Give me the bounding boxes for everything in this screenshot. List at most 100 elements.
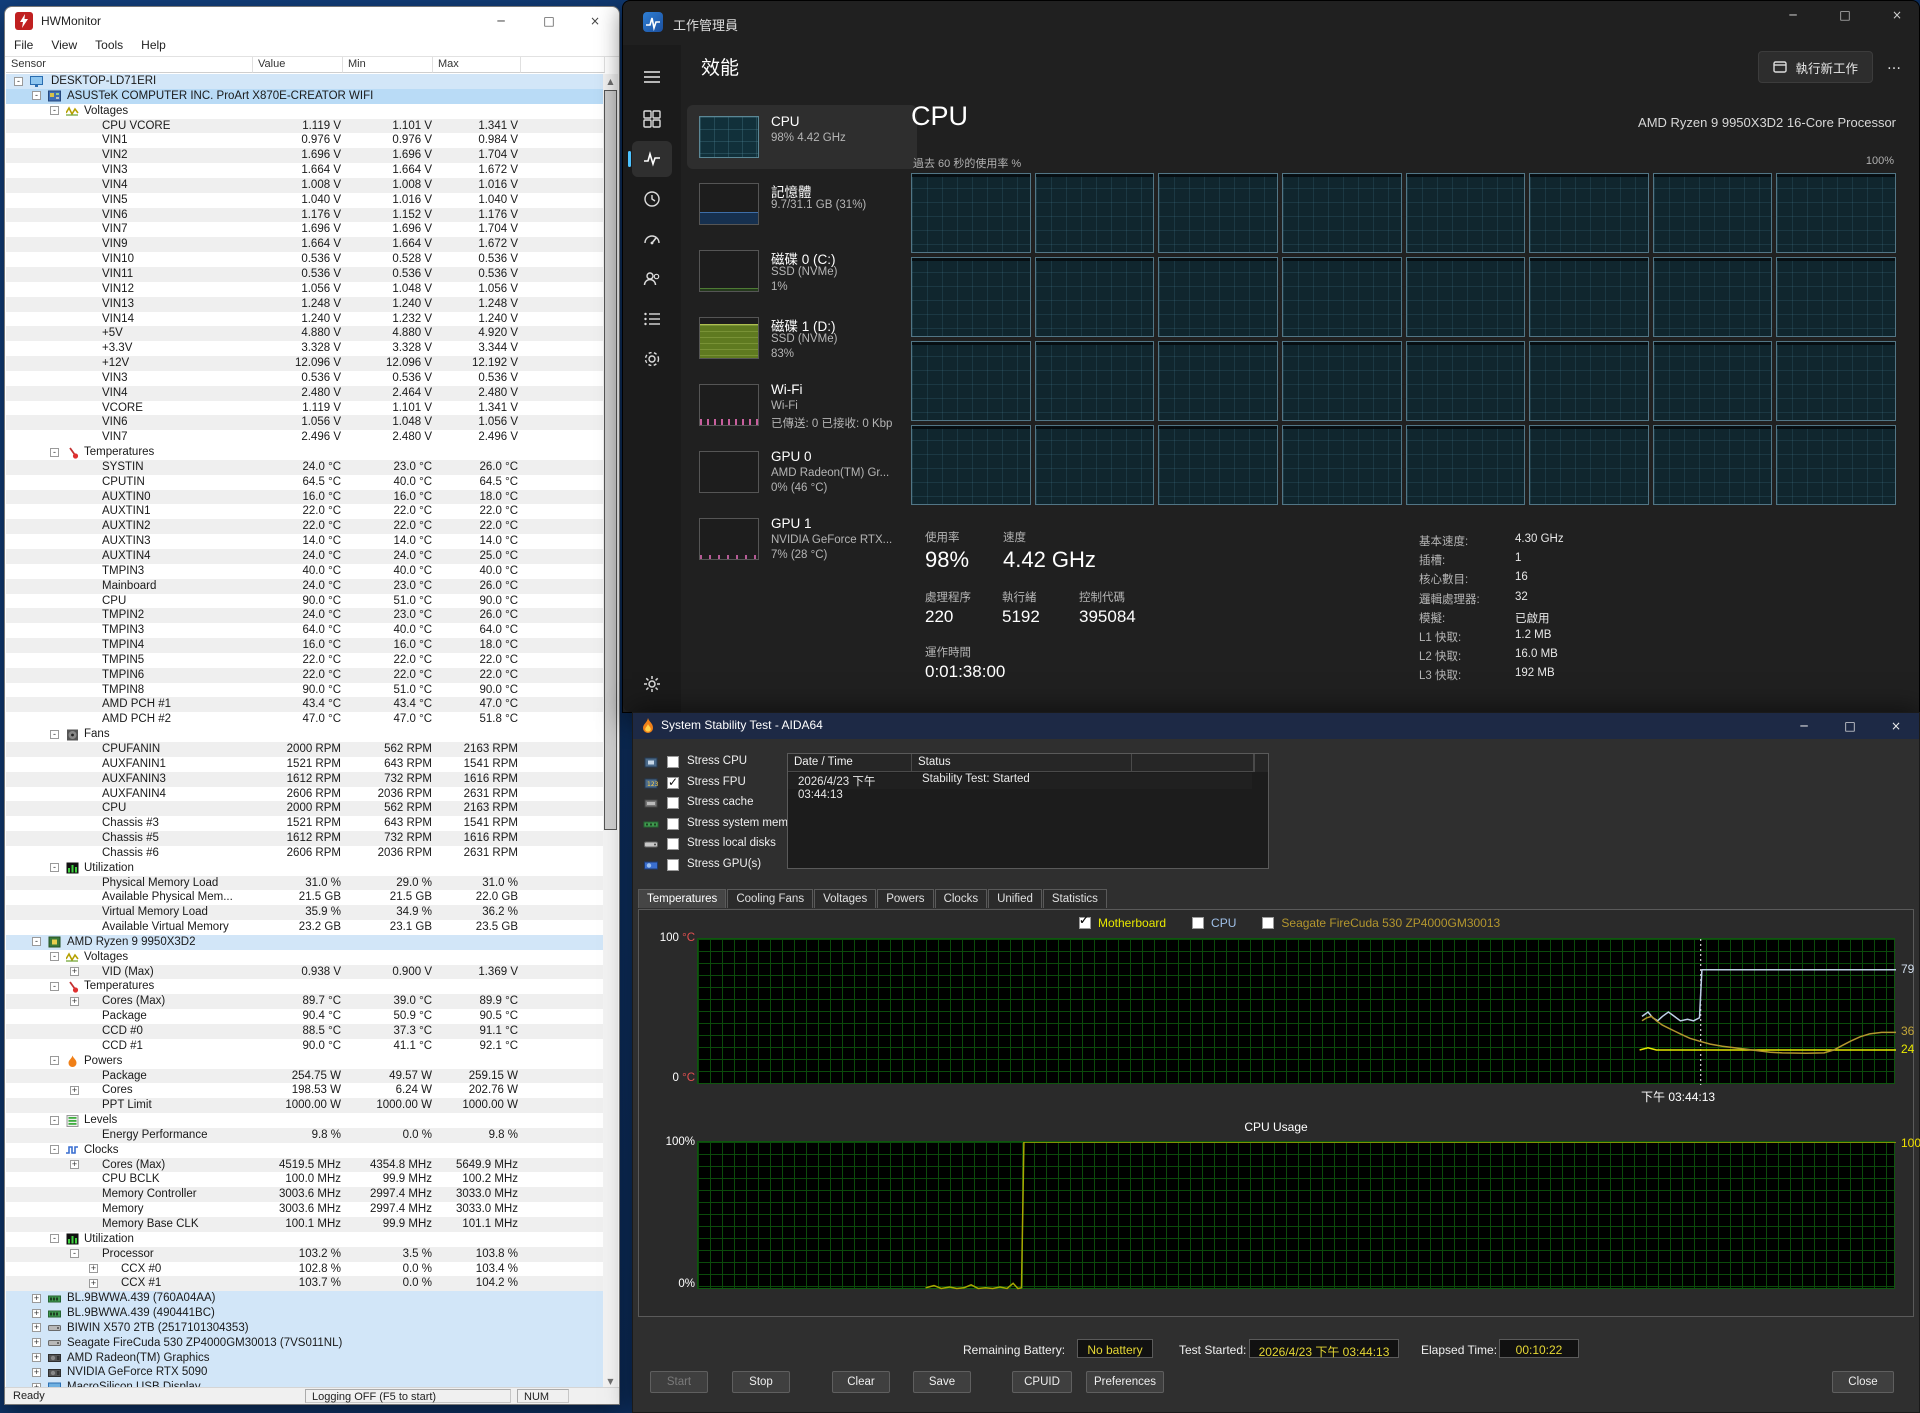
sensor-row[interactable]: TMPIN364.0 °C40.0 °C64.0 °C (6, 623, 604, 638)
sensor-row[interactable]: VIN21.696 V1.696 V1.704 V (6, 148, 604, 163)
sensor-row[interactable]: AMD PCH #143.4 °C43.4 °C47.0 °C (6, 697, 604, 712)
expander-icon[interactable]: + (89, 1264, 98, 1273)
checkbox-unchecked[interactable] (667, 838, 679, 850)
sensor-row[interactable]: Memory Base CLK100.1 MHz99.9 MHz101.1 MH… (6, 1217, 604, 1232)
menu-help[interactable]: Help (132, 35, 175, 55)
expander-icon[interactable]: - (50, 1145, 59, 1154)
sensor-row[interactable]: +5V4.880 V4.880 V4.920 V (6, 326, 604, 341)
perf-list-item-disk1[interactable]: 磁碟 1 (D:)SSD (NVMe)83% (687, 306, 917, 370)
sensor-row[interactable]: TMPIN340.0 °C40.0 °C40.0 °C (6, 564, 604, 579)
sensor-row[interactable]: TMPIN416.0 °C16.0 °C18.0 °C (6, 638, 604, 653)
preferences-button[interactable]: Preferences (1086, 1371, 1164, 1393)
tab-clocks[interactable]: Clocks (935, 889, 988, 908)
sensor-row[interactable]: TMPIN890.0 °C51.0 °C90.0 °C (6, 683, 604, 698)
sensor-row[interactable]: +CCX #1103.7 %0.0 %104.2 % (6, 1276, 604, 1291)
expander-icon[interactable]: + (70, 967, 79, 976)
log-scrollbar[interactable] (1254, 754, 1268, 772)
device-row[interactable]: +BL.9BWWA.439 (760A04AA) (6, 1291, 604, 1306)
minimize-button[interactable]: ─ (1781, 713, 1827, 739)
close-button[interactable]: × (1873, 713, 1919, 739)
scrollbar-thumb[interactable] (604, 90, 617, 830)
sensor-row[interactable]: Package254.75 W49.57 W259.15 W (6, 1069, 604, 1084)
details-icon[interactable] (632, 301, 672, 337)
sensor-row[interactable]: Memory Controller3003.6 MHz2997.4 MHz303… (6, 1187, 604, 1202)
expander-icon[interactable]: - (50, 1056, 59, 1065)
expander-icon[interactable]: + (89, 1279, 98, 1288)
aida64-titlebar[interactable]: System Stability Test - AIDA64 ─ □ × (633, 713, 1919, 739)
sensor-row[interactable]: VIN51.040 V1.016 V1.040 V (6, 193, 604, 208)
sensor-row[interactable]: +Cores (Max)89.7 °C39.0 °C89.9 °C (6, 994, 604, 1009)
close-test-button[interactable]: Close (1832, 1371, 1894, 1393)
checkbox-checked[interactable] (667, 777, 679, 789)
sensor-row[interactable]: AUXTIN016.0 °C16.0 °C18.0 °C (6, 490, 604, 505)
sensor-group-row[interactable]: -Utilization (6, 861, 604, 876)
expander-icon[interactable]: + (32, 1353, 41, 1362)
expander-icon[interactable]: - (32, 937, 41, 946)
users-icon[interactable] (632, 261, 672, 297)
stop-button[interactable]: Stop (732, 1371, 790, 1393)
column-header-sensor[interactable]: Sensor (6, 57, 253, 73)
sensor-group-row[interactable]: -Fans (6, 727, 604, 742)
legend-checkbox[interactable] (1192, 917, 1204, 929)
sensor-row[interactable]: CCD #190.0 °C41.1 °C92.1 °C (6, 1039, 604, 1054)
sensor-row[interactable]: Chassis #62606 RPM2036 RPM2631 RPM (6, 846, 604, 861)
sensor-row[interactable]: TMPIN522.0 °C22.0 °C22.0 °C (6, 653, 604, 668)
processes-icon[interactable] (632, 101, 672, 137)
expander-icon[interactable]: + (32, 1309, 41, 1318)
expander-icon[interactable]: - (14, 77, 23, 86)
perf-list-item-gpu0[interactable]: GPU 0AMD Radeon(TM) Gr...0% (46 °C) (687, 440, 917, 504)
sensor-row[interactable]: AUXTIN424.0 °C24.0 °C25.0 °C (6, 549, 604, 564)
sensor-row[interactable]: CPUFANIN2000 RPM562 RPM2163 RPM (6, 742, 604, 757)
perf-list-item-disk0[interactable]: 磁碟 0 (C:)SSD (NVMe)1% (687, 239, 917, 303)
sensor-row[interactable]: AUXFANIN11521 RPM643 RPM1541 RPM (6, 757, 604, 772)
sensor-row[interactable]: VIN61.176 V1.152 V1.176 V (6, 208, 604, 223)
save-button[interactable]: Save (913, 1371, 971, 1393)
perf-list-item-gpu1[interactable]: GPU 1NVIDIA GeForce RTX...7% (28 °C) (687, 507, 917, 571)
expander-icon[interactable]: + (32, 1368, 41, 1377)
log-col-datetime[interactable]: Date / Time (788, 754, 912, 772)
column-header-min[interactable]: Min (343, 57, 433, 73)
sensor-row[interactable]: CPU90.0 °C51.0 °C90.0 °C (6, 594, 604, 609)
tab-statistics[interactable]: Statistics (1043, 889, 1107, 908)
history-icon[interactable] (632, 181, 672, 217)
device-row[interactable]: +BL.9BWWA.439 (490441BC) (6, 1306, 604, 1321)
maximize-button[interactable]: □ (527, 7, 571, 35)
sensor-group-row[interactable]: -Clocks (6, 1143, 604, 1158)
sensor-row[interactable]: AUXFANIN31612 RPM732 RPM1616 RPM (6, 772, 604, 787)
sensor-row[interactable]: AUXFANIN42606 RPM2036 RPM2631 RPM (6, 787, 604, 802)
sensor-row[interactable]: +VID (Max)0.938 V0.900 V1.369 V (6, 965, 604, 980)
close-button[interactable]: × (573, 7, 617, 35)
sensor-row[interactable]: CPU BCLK100.0 MHz99.9 MHz100.2 MHz (6, 1172, 604, 1187)
menu-tools[interactable]: Tools (86, 35, 132, 55)
sensor-row[interactable]: Virtual Memory Load35.9 %34.9 %36.2 % (6, 905, 604, 920)
menu-icon[interactable] (632, 59, 672, 95)
sensor-row[interactable]: AUXTIN122.0 °C22.0 °C22.0 °C (6, 504, 604, 519)
sensor-row[interactable]: CPUTIN64.5 °C40.0 °C64.5 °C (6, 475, 604, 490)
sensor-group-row[interactable]: -Voltages (6, 104, 604, 119)
expander-icon[interactable]: - (50, 1116, 59, 1125)
sensor-row[interactable]: CPU VCORE1.119 V1.101 V1.341 V (6, 119, 604, 134)
sensor-group-row[interactable]: -Powers (6, 1054, 604, 1069)
sensor-row[interactable]: AUXTIN222.0 °C22.0 °C22.0 °C (6, 519, 604, 534)
sensor-row[interactable]: Available Physical Mem...21.5 GB21.5 GB2… (6, 890, 604, 905)
sensor-row[interactable]: Package90.4 °C50.9 °C90.5 °C (6, 1009, 604, 1024)
device-row[interactable]: -ASUSTeK COMPUTER INC. ProArt X870E-CREA… (6, 89, 604, 104)
device-row[interactable]: +NVIDIA GeForce RTX 5090 (6, 1365, 604, 1380)
expander-icon[interactable]: - (50, 982, 59, 991)
scrollbar[interactable]: ▲ ▼ (603, 74, 618, 1389)
perf-list-item-wifi[interactable]: Wi-FiWi-Fi已傳送: 0 已接收: 0 Kbp (687, 373, 917, 437)
device-row[interactable]: +AMD Radeon(TM) Graphics (6, 1351, 604, 1366)
checkbox-unchecked[interactable] (667, 797, 679, 809)
sensor-row[interactable]: VIN141.240 V1.232 V1.240 V (6, 312, 604, 327)
sensor-group-row[interactable]: -Temperatures (6, 979, 604, 994)
sensor-row[interactable]: CCD #088.5 °C37.3 °C91.1 °C (6, 1024, 604, 1039)
sensor-row[interactable]: PPT Limit1000.00 W1000.00 W1000.00 W (6, 1098, 604, 1113)
run-new-task-button[interactable]: 執行新工作 (1758, 51, 1873, 83)
expander-icon[interactable]: + (70, 1160, 79, 1169)
more-options-button[interactable]: … (1881, 57, 1907, 79)
start-button[interactable]: Start (650, 1371, 708, 1393)
expander-icon[interactable]: + (70, 997, 79, 1006)
sensor-row[interactable]: VIN30.536 V0.536 V0.536 V (6, 371, 604, 386)
sensor-row[interactable]: VIN100.536 V0.528 V0.536 V (6, 252, 604, 267)
tab-powers[interactable]: Powers (877, 889, 933, 908)
